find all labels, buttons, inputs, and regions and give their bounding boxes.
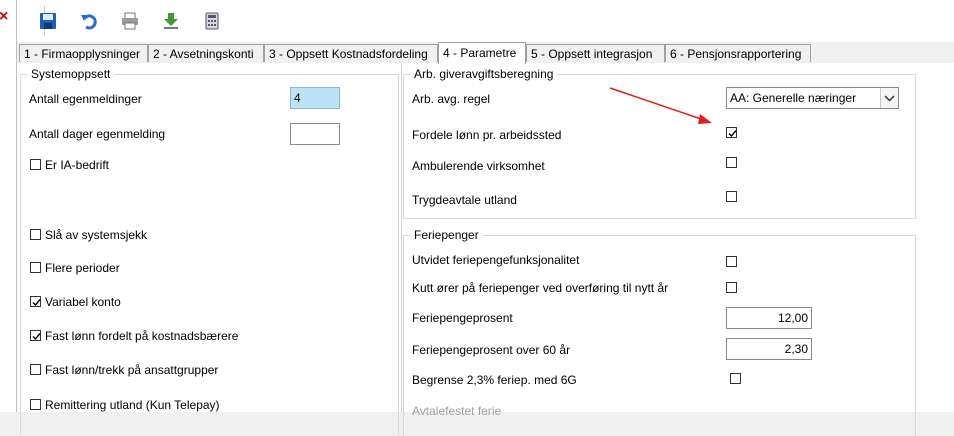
sla-av-systemsjekk-label: Slå av systemsjekk — [45, 228, 148, 242]
chevron-down-icon[interactable] — [880, 88, 898, 108]
begrense-6g-label: Begrense 2,3% feriep. med 6G — [412, 373, 577, 387]
utvidet-feriepenger-label: Utvidet feriepengefunksjonalitet — [412, 253, 580, 267]
tab-oppsett-kostnadsfordeling[interactable]: 3 - Oppsett Kostnadsfordeling — [264, 44, 438, 62]
kutt-orer-label: Kutt ører på feriepenger ved overføring … — [412, 281, 669, 295]
print-icon[interactable] — [121, 12, 141, 32]
ambulerende-checkbox[interactable] — [726, 157, 737, 168]
kutt-orer-checkbox[interactable] — [726, 282, 737, 293]
checkmark-icon — [32, 299, 41, 307]
fast-lonn-kostnadsbaerere-label: Fast lønn fordelt på kostnadsbærere — [45, 329, 239, 343]
arb-avg-regel-value: AA: Generelle næringer — [730, 91, 857, 105]
variabel-konto-checkbox[interactable] — [30, 296, 41, 307]
arb-avg-regel-select[interactable]: AA: Generelle næringer — [726, 87, 899, 109]
undo-icon[interactable] — [80, 12, 100, 32]
flere-perioder-label: Flere perioder — [45, 261, 120, 275]
fast-lonn-kostnadsbaerere-checkbox[interactable] — [30, 330, 41, 341]
tab-bar: 1 - Firmaopplysninger 2 - Avsetningskont… — [17, 42, 954, 64]
checkmark-icon — [728, 130, 737, 138]
tab-firmaopplysninger[interactable]: 1 - Firmaopplysninger — [19, 44, 148, 62]
flere-perioder-checkbox[interactable] — [30, 262, 41, 273]
er-ia-bedrift-checkbox[interactable] — [30, 159, 41, 170]
antall-dager-egenmelding-input[interactable] — [290, 123, 340, 145]
fast-lonn-ansattgrupper-checkbox[interactable] — [30, 364, 41, 375]
save-icon[interactable] — [39, 12, 59, 32]
left-panel-strip: × — [0, 0, 17, 412]
trygdeavtale-label: Trygdeavtale utland — [412, 193, 517, 207]
download-icon[interactable] — [162, 12, 182, 32]
systemoppsett-title: Systemoppsett — [27, 67, 115, 81]
close-icon[interactable]: × — [0, 8, 8, 26]
fordele-lonn-label: Fordele lønn pr. arbeidssted — [412, 128, 562, 142]
remittering-utland-checkbox[interactable] — [30, 399, 41, 410]
tab-oppsett-integrasjon[interactable]: 5 - Oppsett integrasjon — [526, 44, 665, 62]
feriepengeprosent-60-label: Feriepengeprosent over 60 år — [412, 343, 571, 357]
antall-dager-egenmelding-label: Antall dager egenmelding — [29, 127, 166, 141]
feriepenger-title: Feriepenger — [410, 228, 483, 242]
tab-pensjonsrapportering[interactable]: 6 - Pensjonsrapportering — [665, 44, 811, 62]
begrense-6g-checkbox[interactable] — [730, 373, 741, 384]
antall-egenmeldinger-input[interactable]: 4 — [290, 87, 340, 109]
feriepengeprosent-label: Feriepengeprosent — [412, 311, 513, 325]
toolbar — [17, 0, 954, 42]
parametre-panel: Systemoppsett Antall egenmeldinger 4 Ant… — [17, 63, 954, 436]
er-ia-bedrift-label: Er IA-bedrift — [45, 158, 110, 172]
arb-avg-regel-label: Arb. avg. regel — [412, 92, 491, 106]
ambulerende-label: Ambulerende virksomhet — [412, 159, 545, 173]
feriepengeprosent-60-input[interactable]: 2,30 — [726, 338, 812, 360]
antall-egenmeldinger-label: Antall egenmeldinger — [29, 92, 142, 106]
trygdeavtale-checkbox[interactable] — [726, 191, 737, 202]
tab-avsetningskonti[interactable]: 2 - Avsetningskonti — [148, 44, 264, 62]
avtalefestet-ferie-label: Avtalefestet ferie — [412, 404, 502, 418]
sla-av-systemsjekk-checkbox[interactable] — [30, 229, 41, 240]
calculator-icon[interactable] — [203, 12, 223, 32]
remittering-utland-label: Remittering utland (Kun Telepay) — [45, 398, 220, 412]
tab-parametre[interactable]: 4 - Parametre — [438, 42, 526, 64]
feriepengeprosent-input[interactable]: 12,00 — [726, 307, 812, 329]
arbgiver-title: Arb. giveravgiftsberegning — [410, 67, 558, 81]
checkmark-icon — [32, 333, 41, 341]
fordele-lonn-checkbox[interactable] — [726, 127, 737, 138]
utvidet-feriepenger-checkbox[interactable] — [726, 256, 737, 267]
annotation-arrow-icon — [609, 87, 712, 124]
variabel-konto-label: Variabel konto — [45, 295, 121, 309]
fast-lonn-ansattgrupper-label: Fast lønn/trekk på ansattgrupper — [45, 363, 219, 377]
column-divider — [401, 63, 402, 412]
